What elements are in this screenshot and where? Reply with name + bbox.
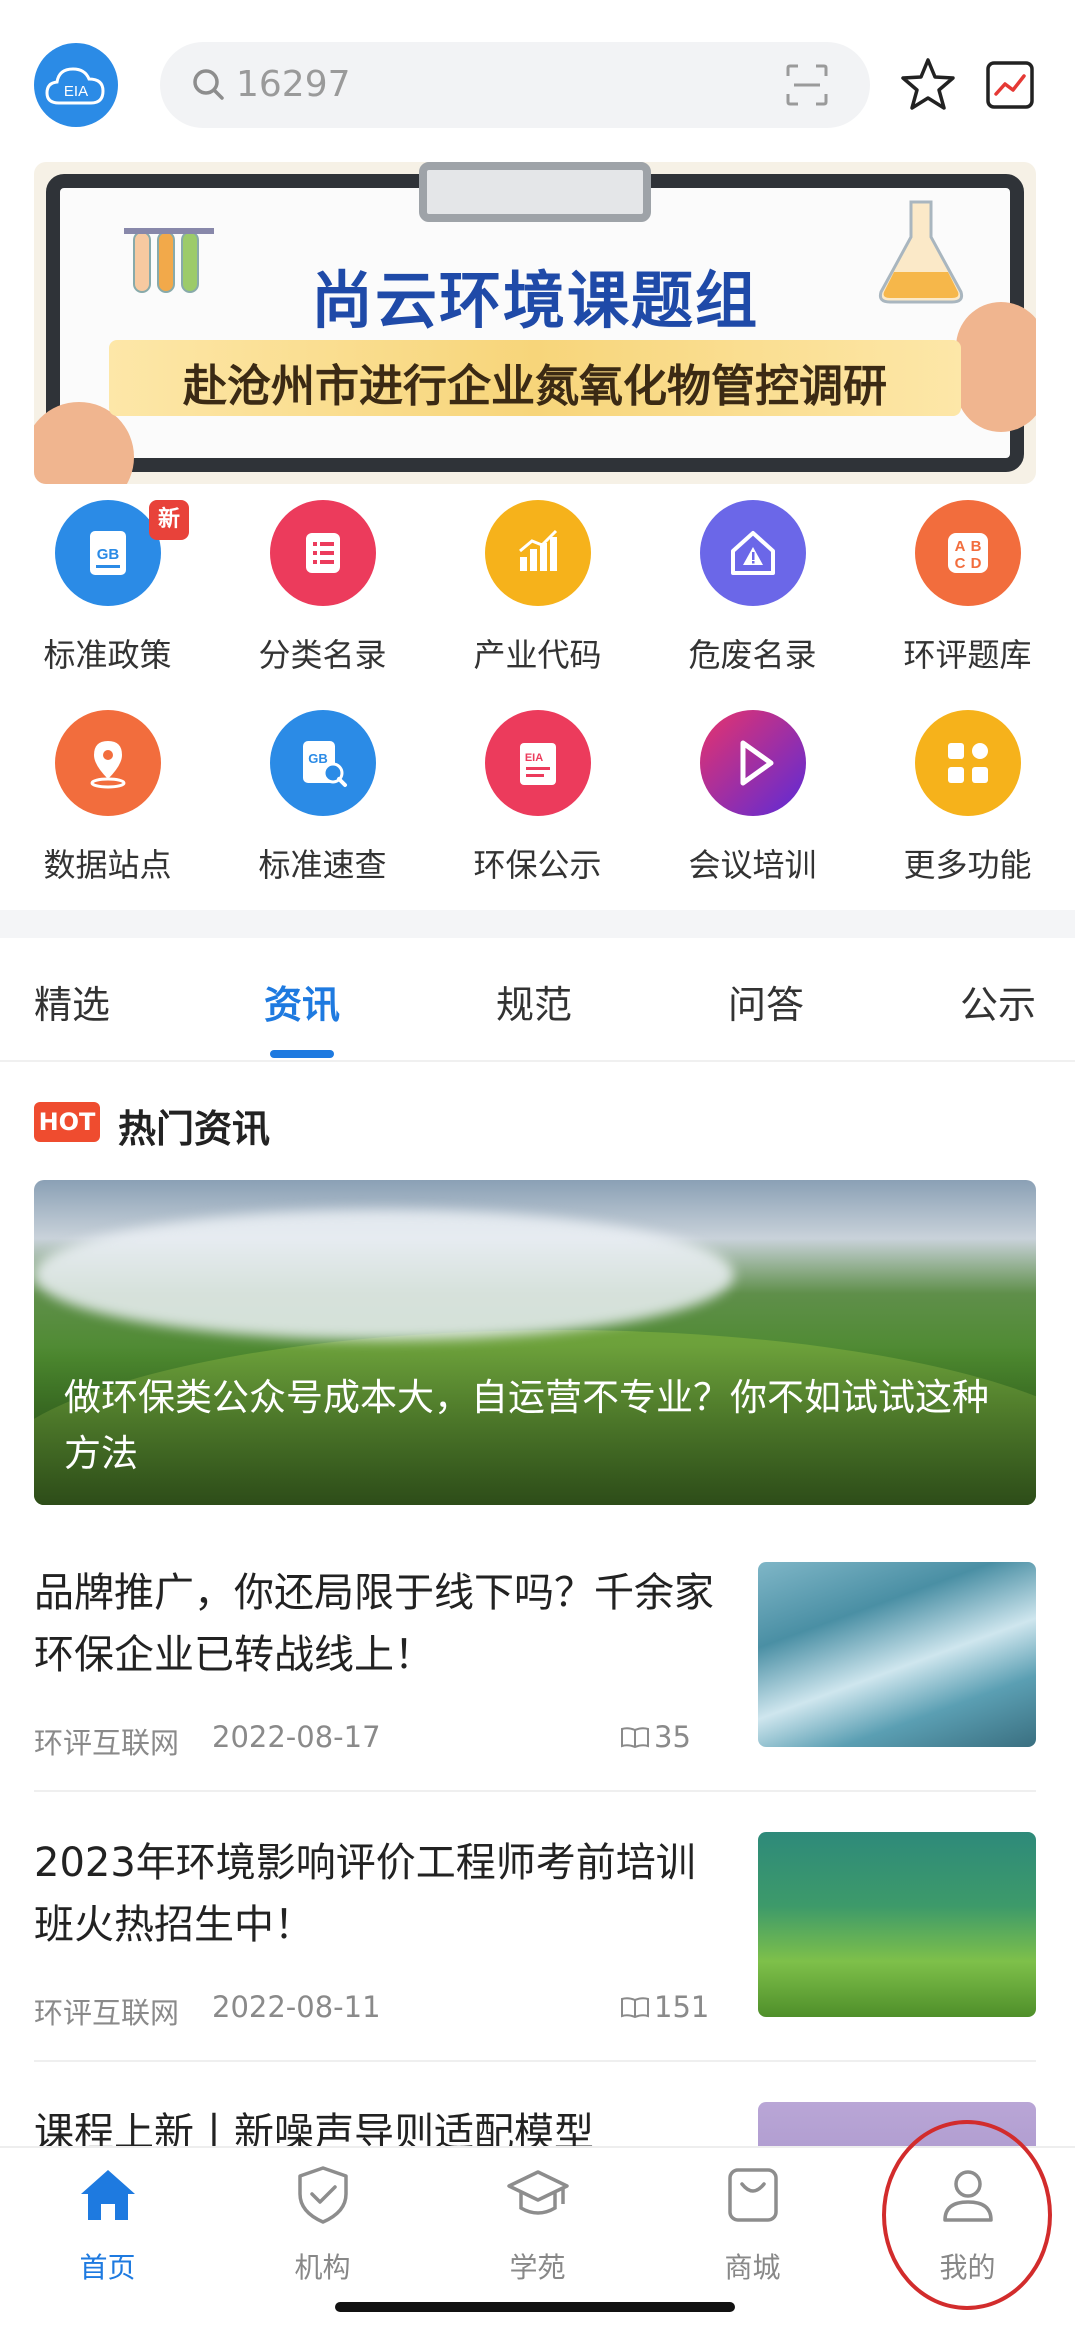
- location-pin-icon: [55, 710, 161, 816]
- tab-qa[interactable]: 问答: [728, 974, 804, 1029]
- play-triangle-icon: [700, 710, 806, 816]
- nav-label: 商城: [724, 2251, 781, 2284]
- grid-item-label: 更多功能: [903, 846, 1032, 884]
- grid-item-label: 标准速查: [258, 846, 387, 884]
- hero-news-title: 做环保类公众号成本大，自运营不专业？你不如试试这种方法: [64, 1376, 989, 1475]
- grid-item-more-features[interactable]: 更多功能: [860, 710, 1075, 890]
- app-logo[interactable]: EIA: [34, 43, 118, 127]
- grid-item-label: 标准政策: [43, 636, 172, 674]
- nav-label: 学苑: [509, 2251, 566, 2284]
- news-date: 2022-08-17: [212, 1720, 381, 1754]
- read-count-value: 151: [654, 1990, 710, 2024]
- bar-chart-icon: [485, 500, 591, 606]
- grid-item-label: 环保公示: [473, 846, 602, 884]
- svg-text:D: D: [971, 555, 982, 572]
- section-divider: [0, 910, 1075, 938]
- hot-news-title: 热门资讯: [118, 1107, 271, 1151]
- more-grid-icon: [915, 710, 1021, 816]
- hot-badge: HOT: [34, 1102, 100, 1142]
- cloud-logo-icon: EIA: [45, 67, 105, 105]
- banner-subtitle: 赴沧州市进行企业氮氧化物管控调研: [183, 361, 887, 412]
- nav-home[interactable]: 首页: [0, 2162, 215, 2302]
- list-icon: [270, 500, 376, 606]
- book-icon: [621, 1727, 649, 1749]
- gb-search-icon: GB: [270, 710, 376, 816]
- nav-institutions[interactable]: 机构: [215, 2162, 430, 2302]
- search-input[interactable]: 16297: [236, 62, 351, 108]
- grid-item-standard-policy[interactable]: GB 新 标准政策: [0, 500, 215, 680]
- grid-item-eia-notice[interactable]: EIA 环保公示: [430, 710, 645, 890]
- svg-text:GB: GB: [308, 751, 328, 766]
- news-source: 环评互联网: [34, 1726, 180, 1760]
- scan-icon[interactable]: [784, 62, 830, 108]
- grid-item-eia-question-bank[interactable]: ABCD 环评题库: [860, 500, 1075, 680]
- annotation-circle: [882, 2120, 1052, 2310]
- hero-image-cloud: [34, 1210, 734, 1340]
- grid-item-label: 数据站点: [43, 846, 172, 884]
- news-thumbnail: [758, 1562, 1036, 1747]
- promo-banner[interactable]: 尚云环境课题组 赴沧州市进行企业氮氧化物管控调研: [34, 162, 1036, 484]
- nav-mall[interactable]: 商城: [645, 2162, 860, 2302]
- search-icon: [193, 69, 224, 100]
- news-title: 品牌推广，你还局限于线下吗？千余家环保企业已转战线上！: [34, 1570, 714, 1678]
- home-indicator: [335, 2302, 735, 2312]
- banner-title: 尚云环境课题组: [310, 264, 759, 337]
- news-title: 2023年环境影响评价工程师考前培训班火热招生中！: [34, 1840, 696, 1948]
- hazard-house-icon: [700, 500, 806, 606]
- top-header: EIA 16297: [0, 0, 1075, 165]
- tab-announcements[interactable]: 公示: [960, 974, 1036, 1029]
- book-icon: [621, 1997, 649, 2019]
- svg-text:EIA: EIA: [525, 752, 543, 764]
- svg-text:C: C: [955, 555, 966, 572]
- svg-text:B: B: [971, 538, 982, 555]
- news-read-count: 151: [620, 1990, 709, 2024]
- grid-item-meeting-training[interactable]: 会议培训: [645, 710, 860, 890]
- shield-check-icon: [298, 2166, 348, 2224]
- grid-item-label: 环评题库: [903, 636, 1032, 674]
- news-thumbnail: [758, 1832, 1036, 2017]
- svg-text:GB: GB: [97, 546, 120, 563]
- grid-item-standard-lookup[interactable]: GB 标准速查: [215, 710, 430, 890]
- nav-academy[interactable]: 学苑: [430, 2162, 645, 2302]
- abcd-icon: ABCD: [915, 500, 1021, 606]
- news-read-count: 35: [620, 1720, 691, 1754]
- hero-news-card[interactable]: 做环保类公众号成本大，自运营不专业？你不如试试这种方法: [34, 1180, 1036, 1505]
- favorite-star-icon[interactable]: [895, 52, 961, 118]
- clipboard-clip: [419, 162, 651, 222]
- search-bar[interactable]: 16297: [160, 42, 870, 128]
- grid-item-label: 危废名录: [688, 636, 817, 674]
- svg-text:EIA: EIA: [64, 83, 88, 100]
- eia-notice-icon: EIA: [485, 710, 591, 816]
- nav-label: 机构: [294, 2251, 351, 2284]
- shopping-bag-icon: [728, 2168, 778, 2222]
- grid-item-label: 会议培训: [688, 846, 817, 884]
- grid-item-category-list[interactable]: 分类名录: [215, 500, 430, 680]
- svg-text:A: A: [955, 538, 966, 555]
- trend-chart-icon[interactable]: [985, 60, 1035, 110]
- tab-news[interactable]: 资讯: [264, 974, 340, 1029]
- graduation-cap-icon: [507, 2170, 569, 2215]
- news-date: 2022-08-11: [212, 1990, 381, 2024]
- gb-document-icon: GB: [55, 500, 161, 606]
- news-item[interactable]: 课程上新丨新噪声导则适配模型: [34, 2102, 1036, 2146]
- grid-item-data-stations[interactable]: 数据站点: [0, 710, 215, 890]
- nav-label: 首页: [79, 2251, 136, 2284]
- list-divider: [34, 1790, 1036, 1792]
- grid-item-hazardous-waste[interactable]: 危废名录: [645, 500, 860, 680]
- grid-item-label: 分类名录: [258, 636, 387, 674]
- news-source: 环评互联网: [34, 1996, 180, 2030]
- active-tab-indicator: [270, 1050, 334, 1058]
- grid-item-label: 产业代码: [473, 636, 602, 674]
- tab-featured[interactable]: 精选: [34, 974, 110, 1029]
- content-tabs: 精选 资讯 规范 问答 公示: [0, 938, 1075, 1062]
- news-title: 课程上新丨新噪声导则适配模型: [34, 2110, 594, 2146]
- list-divider: [34, 2060, 1036, 2062]
- home-icon: [81, 2170, 135, 2220]
- tab-standards[interactable]: 规范: [496, 974, 572, 1029]
- new-badge: 新: [149, 500, 189, 540]
- read-count-value: 35: [654, 1720, 691, 1754]
- grid-item-industry-code[interactable]: 产业代码: [430, 500, 645, 680]
